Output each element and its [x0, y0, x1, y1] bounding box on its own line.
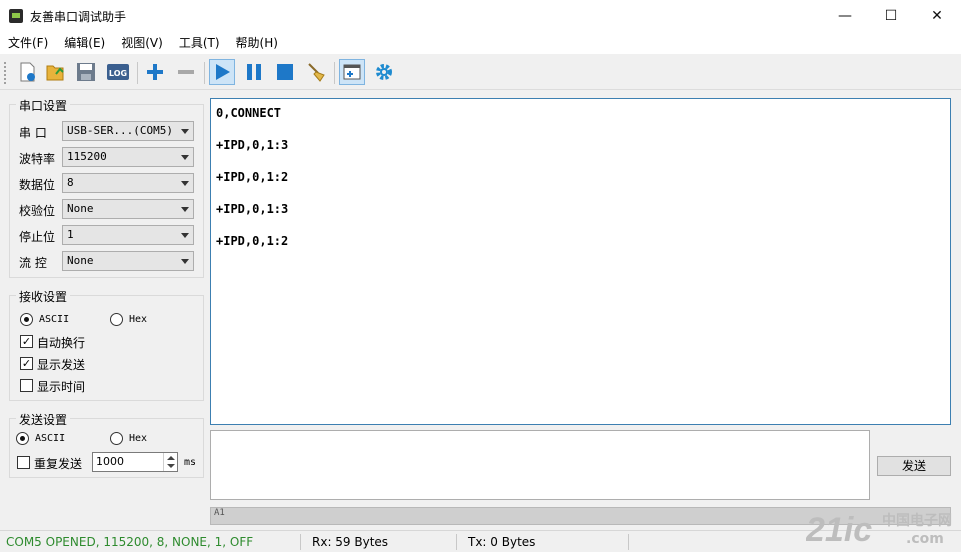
status-divider	[456, 534, 457, 550]
chevron-down-icon	[181, 259, 189, 264]
chevron-down-icon[interactable]	[167, 464, 175, 468]
watermark-brand: 21ic	[806, 511, 872, 549]
receive-settings-title: 接收设置	[16, 288, 71, 305]
databits-value: 8	[67, 176, 74, 189]
menu-tools[interactable]: 工具(T)	[171, 32, 228, 54]
stopbits-label: 停止位	[19, 230, 56, 244]
toolbar-separator	[334, 62, 335, 84]
receive-settings-group: 接收设置 ASCII Hex ✓ 自动换行 ✓ 显示发送 显示时间	[9, 288, 204, 401]
baud-label: 波特率	[19, 152, 56, 166]
rx-count: Rx: 59 Bytes	[312, 535, 389, 549]
menu-edit[interactable]: 编辑(E)	[56, 32, 113, 54]
receive-line: +IPD,0,1:2	[216, 170, 289, 184]
send-hex-radio[interactable]	[110, 432, 123, 445]
flow-label: 流 控	[19, 256, 47, 270]
toolbar: LOG	[0, 56, 961, 90]
watermark-logo: 21ic 中国电子网 .com	[805, 505, 956, 549]
interval-stepper[interactable]: 1000	[92, 452, 178, 472]
log-icon-label: LOG	[109, 69, 127, 78]
auto-newline-checkbox[interactable]: ✓	[20, 335, 33, 348]
chevron-down-icon	[181, 155, 189, 160]
toolbar-separator	[204, 62, 205, 84]
auto-newline-label: 自动换行	[37, 336, 86, 350]
chevron-down-icon	[181, 233, 189, 238]
log-icon[interactable]: LOG	[105, 59, 131, 85]
baud-value: 115200	[67, 150, 107, 163]
parity-value: None	[67, 202, 94, 215]
menu-bar: 文件(F) 编辑(E) 视图(V) 工具(T) 帮助(H)	[0, 32, 961, 54]
port-select[interactable]: USB-SER...(COM5)	[62, 121, 194, 141]
chevron-down-icon	[181, 181, 189, 186]
serial-settings-title: 串口设置	[16, 97, 71, 114]
add-icon[interactable]	[142, 59, 168, 85]
databits-select[interactable]: 8	[62, 173, 194, 193]
receive-hex-radio[interactable]	[110, 313, 123, 326]
watermark-cn: 中国电子网	[882, 512, 952, 529]
receive-line: +IPD,0,1:3	[216, 138, 289, 152]
play-icon[interactable]	[209, 59, 235, 85]
menu-file[interactable]: 文件(F)	[0, 32, 56, 54]
port-status: COM5 OPENED, 115200, 8, NONE, 1, OFF	[6, 535, 254, 549]
send-settings-title: 发送设置	[16, 411, 71, 428]
receive-line: 0,CONNECT	[216, 106, 282, 120]
send-hex-label: Hex	[129, 433, 148, 444]
remove-icon[interactable]	[173, 59, 199, 85]
menu-help[interactable]: 帮助(H)	[228, 32, 286, 54]
interval-value: 1000	[96, 455, 124, 468]
status-divider	[300, 534, 301, 550]
tx-count: Tx: 0 Bytes	[468, 535, 536, 549]
save-icon[interactable]	[73, 59, 99, 85]
serial-settings-group: 串口设置 串 口 USB-SER...(COM5) 波特率 115200 数据位…	[9, 97, 204, 278]
menu-view[interactable]: 视图(V)	[113, 32, 171, 54]
send-ascii-radio[interactable]	[16, 432, 29, 445]
databits-label: 数据位	[19, 178, 56, 192]
interval-unit: ms	[184, 457, 197, 468]
maximize-button[interactable]: ☐	[868, 0, 914, 32]
chevron-down-icon	[181, 207, 189, 212]
minimize-button[interactable]: —	[822, 0, 868, 32]
receive-ascii-label: ASCII	[39, 314, 70, 325]
stopbits-value: 1	[67, 228, 74, 241]
clear-icon[interactable]	[303, 59, 329, 85]
settings-icon[interactable]	[371, 59, 397, 85]
title-bar: 友善串口调试助手 — ☐ ✕	[0, 0, 961, 32]
window-icon[interactable]	[339, 59, 365, 85]
stop-icon[interactable]	[272, 59, 298, 85]
parity-select[interactable]: None	[62, 199, 194, 219]
status-divider	[628, 534, 629, 550]
chevron-down-icon	[181, 129, 189, 134]
show-send-checkbox[interactable]: ✓	[20, 357, 33, 370]
chevron-up-icon[interactable]	[167, 456, 175, 460]
receive-textarea[interactable]: 0,CONNECT +IPD,0,1:3 +IPD,0,1:2 +IPD,0,1…	[210, 98, 951, 425]
port-value: USB-SER...(COM5)	[67, 124, 173, 137]
receive-line: +IPD,0,1:3	[216, 202, 289, 216]
receive-hex-label: Hex	[129, 314, 148, 325]
repeat-send-checkbox[interactable]	[17, 456, 30, 469]
send-ascii-label: ASCII	[35, 433, 66, 444]
receive-ascii-radio[interactable]	[20, 313, 33, 326]
stepper-buttons[interactable]	[163, 453, 177, 471]
show-time-checkbox[interactable]	[20, 379, 33, 392]
open-icon[interactable]	[42, 59, 68, 85]
show-time-label: 显示时间	[37, 380, 86, 394]
flow-select[interactable]: None	[62, 251, 194, 271]
repeat-send-label: 重复发送	[34, 457, 83, 471]
send-textarea[interactable]	[210, 430, 870, 500]
send-button[interactable]: 发送	[877, 456, 951, 476]
new-icon[interactable]	[14, 59, 40, 85]
stopbits-select[interactable]: 1	[62, 225, 194, 245]
receive-line: +IPD,0,1:2	[216, 234, 289, 248]
port-label: 串 口	[19, 126, 47, 140]
watermark-site: .com	[906, 531, 944, 547]
show-send-label: 显示发送	[37, 358, 86, 372]
close-button[interactable]: ✕	[914, 0, 960, 32]
flow-value: None	[67, 254, 94, 267]
toolbar-separator	[137, 62, 138, 84]
app-icon	[9, 9, 23, 23]
baud-select[interactable]: 115200	[62, 147, 194, 167]
window-title: 友善串口调试助手	[30, 10, 127, 24]
toolbar-grip[interactable]	[4, 62, 7, 84]
parity-label: 校验位	[19, 204, 56, 218]
pause-icon[interactable]	[241, 59, 267, 85]
